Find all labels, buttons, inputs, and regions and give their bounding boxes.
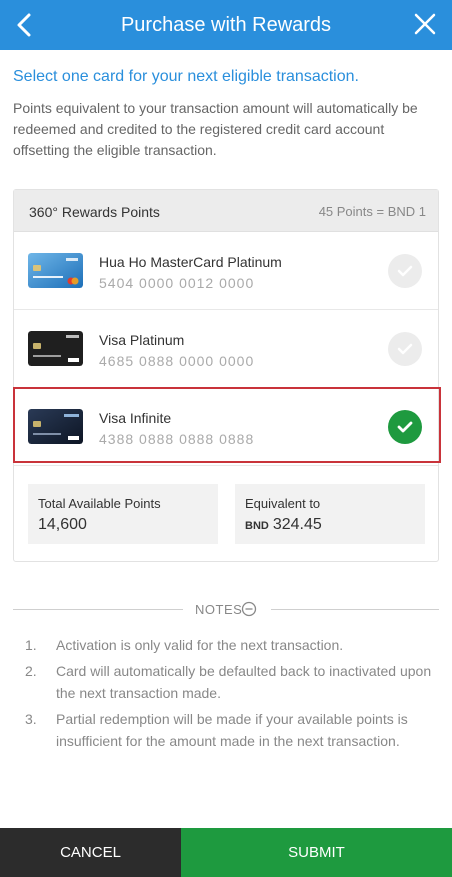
checkmark-icon <box>397 343 413 355</box>
rewards-label: 360° Rewards Points <box>29 204 160 220</box>
card-number: 4685 0888 0000 0000 <box>99 353 255 369</box>
cancel-button[interactable]: CANCEL <box>0 828 181 877</box>
card-select-check[interactable] <box>388 332 422 366</box>
equivalent-value: 324.45 <box>272 516 322 533</box>
selected-card-highlight <box>13 387 441 463</box>
equivalent-box: Equivalent to BND 324.45 <box>235 484 425 544</box>
note-number: 1. <box>25 637 37 653</box>
card-number: 5404 0000 0012 0000 <box>99 275 255 291</box>
note-text: Activation is only valid for the next tr… <box>56 637 344 653</box>
checkmark-icon <box>397 265 413 277</box>
equivalent-label: Equivalent to <box>245 496 321 511</box>
note-text: Partial redemption will be made if your … <box>56 711 408 749</box>
note-text: Card will automatically be defaulted bac… <box>56 663 432 701</box>
total-points-label: Total Available Points <box>38 496 161 511</box>
note-number: 3. <box>25 711 37 727</box>
instruction-description: Points equivalent to your transaction am… <box>13 100 418 158</box>
equivalent-amount: BND 324.45 <box>245 516 322 534</box>
card-option-hua-ho-mastercard[interactable]: Hua Ho MasterCard Platinum 5404 0000 001… <box>14 232 438 310</box>
rewards-header: 360° Rewards Points 45 Points = BND 1 <box>14 190 438 232</box>
submit-button[interactable]: SUBMIT <box>181 828 452 877</box>
minus-circle-icon[interactable] <box>241 601 257 617</box>
card-name: Hua Ho MasterCard Platinum <box>99 254 282 270</box>
total-points-value: 14,600 <box>38 516 87 533</box>
instruction-title: Select one card for your next eligible t… <box>13 68 359 85</box>
card-select-check[interactable] <box>388 254 422 288</box>
note-number: 2. <box>25 663 37 679</box>
card-name: Visa Platinum <box>99 332 185 348</box>
app-header: Purchase with Rewards <box>0 0 452 50</box>
page-title: Purchase with Rewards <box>120 14 332 36</box>
mastercard-card-image <box>28 253 83 288</box>
divider <box>271 609 439 610</box>
currency-code: BND <box>245 520 269 532</box>
total-points-box: Total Available Points 14,600 <box>28 484 218 544</box>
close-icon[interactable] <box>412 10 438 38</box>
divider <box>13 609 183 610</box>
card-option-visa-platinum[interactable]: Visa Platinum 4685 0888 0000 0000 <box>14 310 438 388</box>
points-rate: 45 Points = BND 1 <box>318 204 426 219</box>
notes-label: NOTES <box>195 602 243 617</box>
visa-platinum-card-image <box>28 331 83 366</box>
